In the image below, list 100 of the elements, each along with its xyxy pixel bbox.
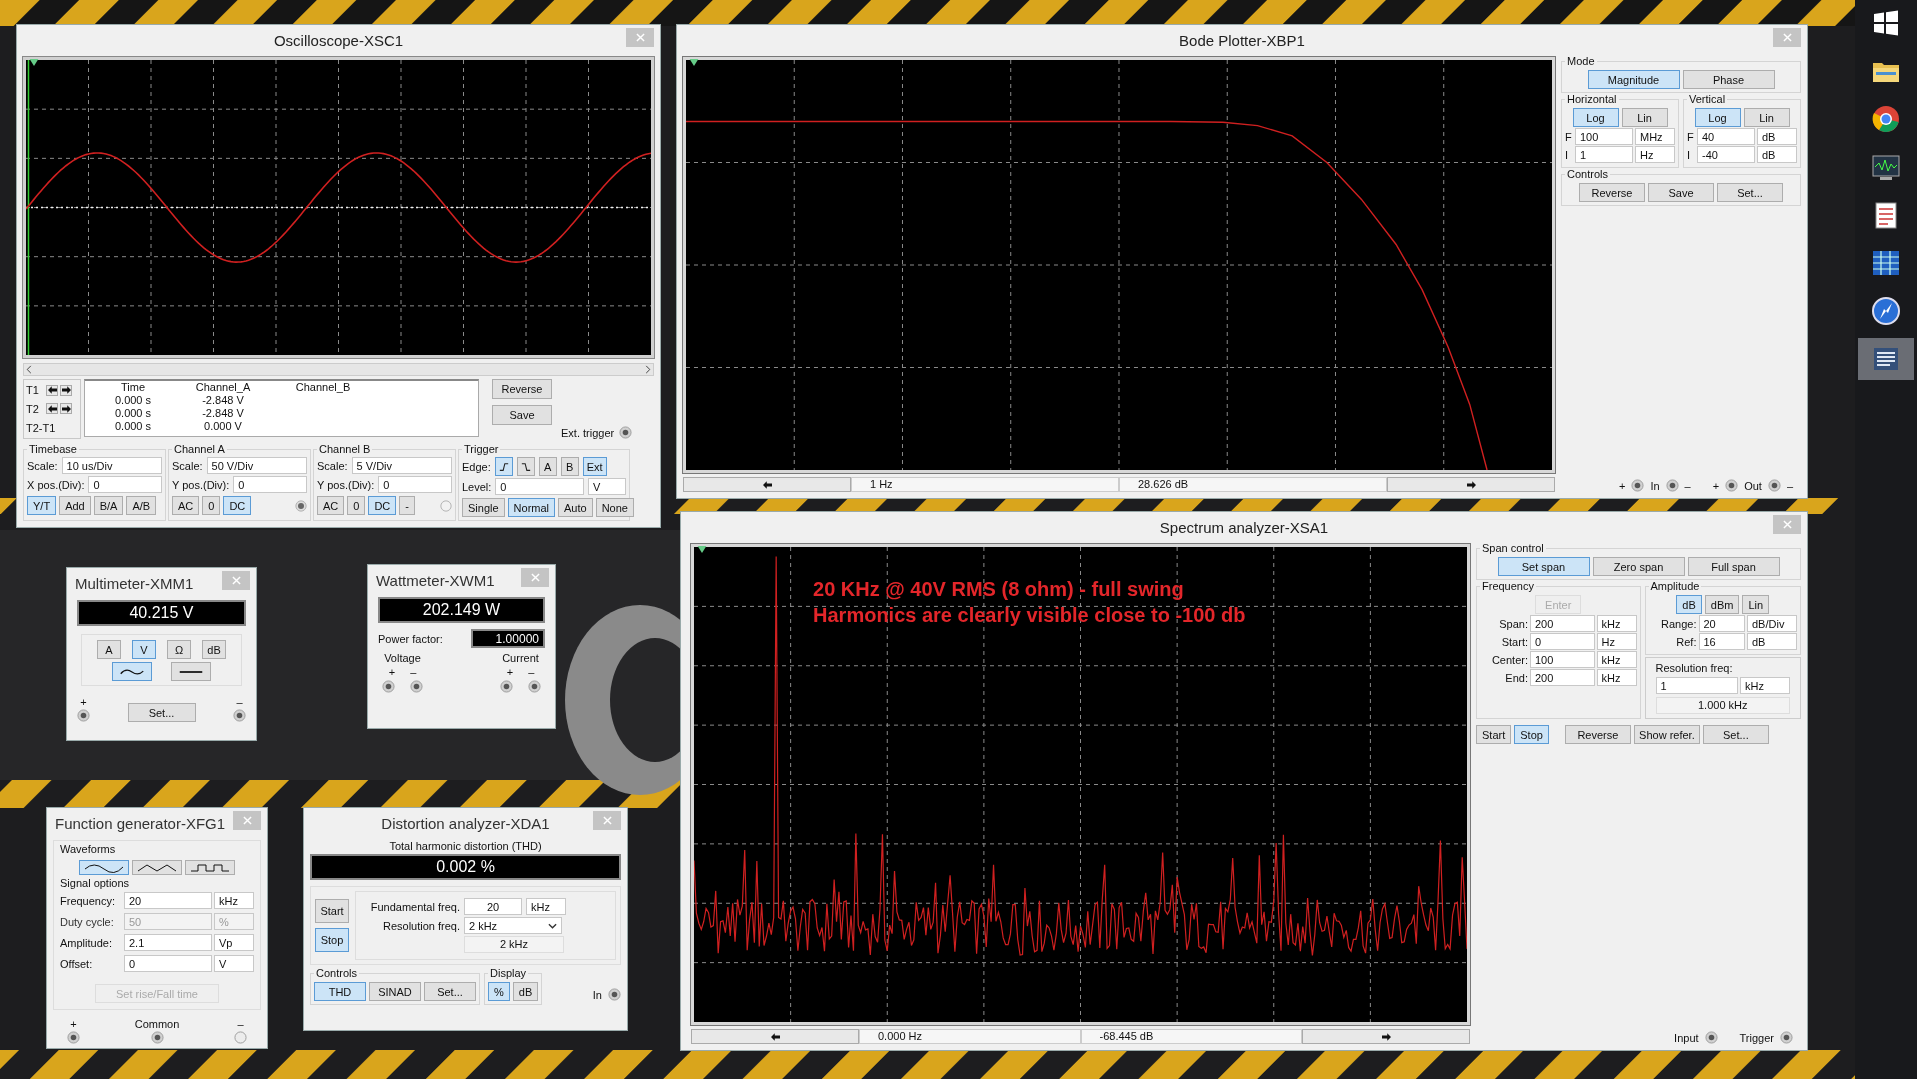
terminal-icon[interactable] (233, 709, 246, 722)
action-button[interactable]: Save (492, 405, 552, 425)
arrow-button[interactable] (60, 403, 72, 415)
arrow-button[interactable] (60, 384, 72, 396)
toggle-button[interactable]: None (595, 498, 634, 517)
scrollbar[interactable] (23, 363, 654, 376)
waveform-button[interactable] (132, 860, 182, 875)
source-button[interactable]: A (538, 457, 557, 476)
input-field[interactable]: 20 (124, 892, 212, 909)
input-field[interactable]: 5 V/Div (351, 457, 452, 474)
run-button[interactable]: Start (1476, 725, 1512, 744)
input-field[interactable]: 50 V/Div (206, 457, 307, 474)
toggle-button[interactable]: - (399, 496, 415, 515)
terminal-icon[interactable] (1767, 479, 1781, 492)
source-button[interactable]: Ext (582, 457, 607, 476)
unit-field[interactable]: kHz (1596, 651, 1637, 668)
mode-button[interactable]: Phase (1682, 70, 1775, 89)
span-button[interactable]: Full span (1687, 557, 1780, 576)
edge-button[interactable] (494, 457, 513, 476)
edge-button[interactable] (516, 457, 535, 476)
input-field[interactable]: 40 (1697, 128, 1755, 145)
cursor-marker-icon[interactable] (689, 59, 699, 66)
source-button[interactable]: B (560, 457, 579, 476)
toggle-button[interactable]: AC (172, 496, 200, 515)
toggle-button[interactable]: 0 (347, 496, 366, 515)
unit-button[interactable]: Lin (1742, 595, 1770, 614)
unit-button[interactable]: dBm (1704, 595, 1740, 614)
terminal-icon[interactable] (67, 1031, 80, 1044)
unit-field[interactable]: kHz (1596, 669, 1637, 686)
unit-field[interactable]: dB (1757, 128, 1797, 145)
input-field[interactable]: 0 (378, 476, 452, 493)
mode-button[interactable]: SINAD (369, 982, 421, 1001)
resolution-dropdown[interactable]: 2 kHz (464, 917, 562, 934)
span-button[interactable]: Zero span (1592, 557, 1685, 576)
run-button[interactable]: Stop (315, 927, 349, 952)
unit-field[interactable]: dB/Div (1747, 615, 1797, 632)
input-field[interactable]: 20 (464, 898, 522, 915)
input-field[interactable]: 0 (124, 955, 212, 972)
action-button[interactable]: Set... (1717, 183, 1783, 202)
action-button[interactable]: Set... (1702, 725, 1769, 744)
waveform-button[interactable] (79, 860, 129, 875)
terminal-icon[interactable] (1704, 1031, 1718, 1044)
set-button[interactable]: Set... (127, 703, 196, 722)
unit-button[interactable]: dB (1676, 595, 1702, 614)
unit-field[interactable]: V (214, 955, 254, 972)
display-button[interactable]: dB (512, 982, 539, 1001)
unit-field[interactable]: Hz (1635, 146, 1675, 163)
unit-field[interactable]: Vp (214, 934, 254, 951)
terminal-icon[interactable] (1665, 479, 1679, 492)
unit-field[interactable]: kHz (1740, 677, 1790, 694)
display-button[interactable]: % (488, 982, 510, 1001)
input-field[interactable]: 100 (1575, 128, 1633, 145)
action-button[interactable]: Reverse (1579, 183, 1645, 202)
terminal-icon[interactable] (500, 680, 513, 693)
scale-button[interactable]: Lin (1743, 108, 1790, 127)
unit-field[interactable]: kHz (1596, 615, 1637, 632)
action-button[interactable]: Show refer. (1633, 725, 1700, 744)
input-field[interactable]: 1 (1575, 146, 1633, 163)
unit-button[interactable]: A (97, 640, 121, 659)
unit-field[interactable]: kHz (526, 898, 566, 915)
unit-field[interactable]: dB (1757, 146, 1797, 163)
unit-field[interactable]: dB (1747, 633, 1797, 650)
toggle-button[interactable]: A/B (126, 496, 157, 515)
mode-button[interactable]: Magnitude (1587, 70, 1680, 89)
toggle-button[interactable]: Auto (558, 498, 593, 517)
terminal-icon[interactable] (382, 680, 395, 693)
unit-button[interactable]: V (132, 640, 156, 659)
terminal-icon[interactable] (1780, 1031, 1793, 1044)
toggle-button[interactable]: Y/T (27, 496, 57, 515)
dc-button[interactable] (171, 662, 211, 681)
action-button[interactable]: Reverse (1564, 725, 1631, 744)
toggle-button[interactable]: Add (59, 496, 91, 515)
cursor-marker-icon[interactable] (29, 59, 39, 66)
terminal-icon[interactable] (608, 988, 621, 1001)
input-field[interactable]: 1 (1655, 677, 1738, 694)
unit-field[interactable]: V (588, 478, 626, 495)
unit-field[interactable]: MHz (1635, 128, 1675, 145)
ac-button[interactable] (112, 662, 152, 681)
input-field[interactable]: 2.1 (124, 934, 212, 951)
toggle-button[interactable]: DC (223, 496, 252, 515)
terminal-icon[interactable] (150, 1031, 164, 1044)
run-button[interactable]: Stop (1514, 725, 1549, 744)
run-button[interactable]: Start (315, 899, 349, 924)
unit-field[interactable]: kHz (214, 892, 254, 909)
input-field[interactable]: 10 us/Div (61, 457, 162, 474)
cursor-line[interactable] (27, 60, 30, 356)
taskbar-button[interactable] (1858, 338, 1914, 380)
scale-button[interactable]: Log (1572, 108, 1619, 127)
mode-button[interactable]: Set... (424, 982, 476, 1001)
scale-button[interactable]: Log (1694, 108, 1741, 127)
input-field[interactable]: 200 (1530, 615, 1595, 632)
action-button[interactable]: Reverse (492, 379, 552, 399)
terminal-icon[interactable] (77, 709, 90, 722)
toggle-button[interactable]: AC (317, 496, 345, 515)
terminal-icon[interactable] (410, 680, 423, 693)
unit-button[interactable]: Ω (167, 640, 191, 659)
toggle-button[interactable]: DC (368, 496, 397, 515)
toggle-button[interactable]: Normal (507, 498, 556, 517)
span-button[interactable]: Set span (1497, 557, 1590, 576)
chevron-right-icon[interactable] (645, 365, 651, 374)
